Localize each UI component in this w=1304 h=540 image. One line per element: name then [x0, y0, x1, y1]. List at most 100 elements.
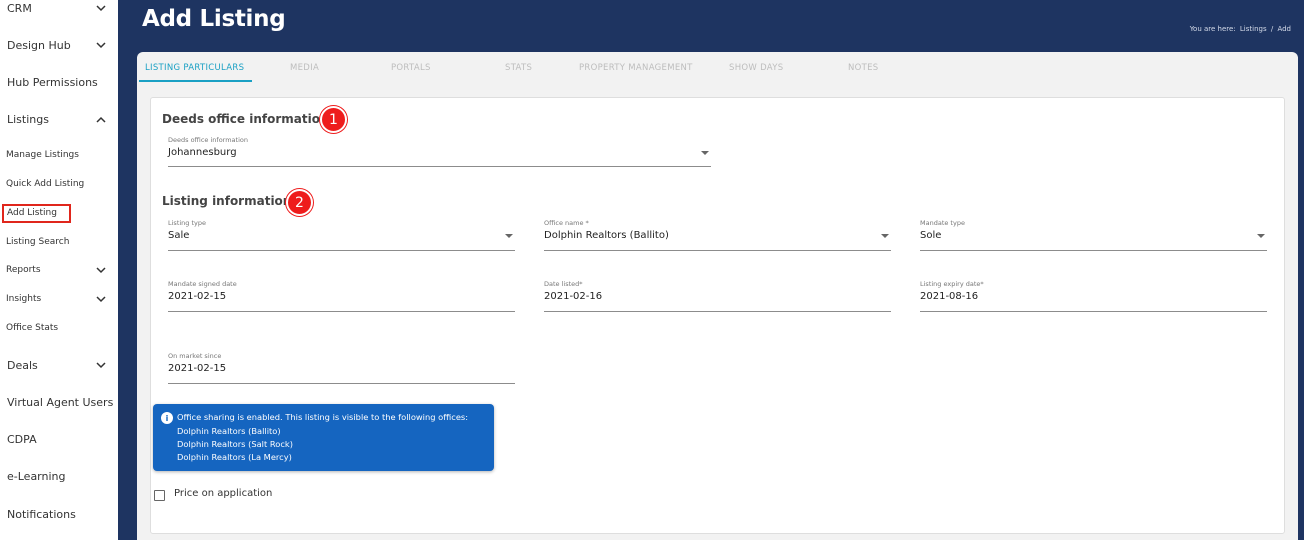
field-value: 2021-02-15 [168, 363, 227, 374]
sidebar-item-design-hub[interactable]: Design Hub [0, 36, 118, 54]
sidebar-item-manage-listings[interactable]: Manage Listings [0, 147, 118, 163]
sidebar-item-label: Quick Add Listing [6, 179, 85, 189]
field-label: Mandate signed date [168, 280, 237, 288]
field-label: Mandate type [920, 219, 965, 227]
tab-property-management[interactable]: PROPERTY MANAGEMENT [579, 63, 693, 73]
listing-expiry-date-field[interactable]: Listing expiry date* 2021-08-16 [920, 280, 1267, 312]
date-listed-field[interactable]: Date listed* 2021-02-16 [544, 280, 891, 312]
field-underline [544, 250, 891, 251]
chevron-down-icon [96, 3, 106, 13]
dropdown-caret-icon [505, 234, 513, 238]
field-label: Deeds office information [168, 136, 248, 144]
sidebar-item-virtual-agent-users[interactable]: Virtual Agent Users [0, 393, 118, 411]
field-underline [920, 311, 1267, 312]
office-name-select[interactable]: Office name * Dolphin Realtors (Ballito) [544, 219, 891, 251]
sidebar-item-label: e-Learning [7, 469, 66, 483]
mandate-type-select[interactable]: Mandate type Sole [920, 219, 1267, 251]
sidebar-item-label: Manage Listings [6, 150, 79, 160]
tab-portals[interactable]: PORTALS [391, 63, 431, 73]
field-value: 2021-02-15 [168, 291, 227, 302]
sidebar: CRM Design Hub Hub Permissions Listings … [0, 0, 118, 540]
sidebar-item-label: Hub Permissions [7, 75, 98, 89]
sidebar-item-cdpa[interactable]: CDPA [0, 430, 118, 448]
dropdown-caret-icon [1257, 234, 1265, 238]
field-label: Listing type [168, 219, 207, 227]
tab-show-days[interactable]: SHOW DAYS [729, 63, 783, 73]
sidebar-item-notifications[interactable]: Notifications [0, 505, 118, 523]
sidebar-item-deals[interactable]: Deals [0, 356, 118, 374]
field-label: Listing expiry date* [920, 280, 984, 288]
chevron-down-icon [96, 40, 106, 50]
price-on-application-label[interactable]: Price on application [174, 488, 272, 499]
sidebar-item-e-learning[interactable]: e-Learning [0, 467, 118, 485]
tab-media[interactable]: MEDIA [290, 63, 319, 73]
sidebar-item-label: Listings [7, 112, 49, 126]
sidebar-item-listings[interactable]: Listings [0, 110, 118, 128]
sidebar-item-office-stats[interactable]: Office Stats [0, 320, 118, 336]
active-tab-indicator [139, 80, 252, 82]
sidebar-item-insights[interactable]: Insights [0, 291, 118, 307]
tab-listing-particulars[interactable]: LISTING PARTICULARS [145, 63, 244, 73]
sidebar-item-label: Listing Search [6, 237, 70, 247]
sidebar-item-listing-search[interactable]: Listing Search [0, 234, 118, 250]
info-icon: i [161, 412, 173, 424]
mandate-signed-date-field[interactable]: Mandate signed date 2021-02-15 [168, 280, 515, 312]
field-underline [544, 311, 891, 312]
sidebar-item-label: Deals [7, 358, 38, 372]
sidebar-item-label: Virtual Agent Users [7, 395, 114, 409]
on-market-since-field[interactable]: On market since 2021-02-15 [168, 352, 515, 384]
sidebar-item-quick-add-listing[interactable]: Quick Add Listing [0, 176, 118, 192]
chevron-down-icon [96, 265, 106, 275]
page-title: Add Listing [142, 6, 286, 32]
sidebar-item-hub-permissions[interactable]: Hub Permissions [0, 73, 118, 91]
field-value: 2021-08-16 [920, 291, 979, 302]
dropdown-caret-icon [881, 234, 889, 238]
chevron-up-icon [96, 114, 106, 124]
field-underline [168, 166, 711, 167]
chevron-down-icon [96, 294, 106, 304]
tab-bar: LISTING PARTICULARS MEDIA PORTALS STATS … [137, 52, 1298, 83]
sidebar-item-label: Add Listing [2, 203, 71, 223]
breadcrumb-link-listings[interactable]: Listings [1240, 25, 1267, 33]
field-value: 2021-02-16 [544, 291, 603, 302]
field-value: Dolphin Realtors (Ballito) [544, 230, 669, 241]
field-value: Sale [168, 230, 190, 241]
chevron-down-icon [96, 360, 106, 370]
step-badge-1: 1 [320, 106, 347, 133]
sidebar-item-label: Insights [6, 294, 42, 304]
shared-office-item: Dolphin Realtors (Salt Rock) [177, 439, 293, 449]
sidebar-item-reports[interactable]: Reports [0, 262, 118, 278]
deeds-office-select[interactable]: Deeds office information Johannesburg [168, 136, 711, 168]
listing-type-select[interactable]: Listing type Sale [168, 219, 515, 251]
sidebar-item-label: CDPA [7, 432, 37, 446]
field-value: Sole [920, 230, 942, 241]
tab-stats[interactable]: STATS [505, 63, 532, 73]
field-value: Johannesburg [168, 147, 237, 158]
sidebar-item-label: CRM [7, 1, 32, 15]
breadcrumb-current: Add [1277, 25, 1291, 33]
sidebar-item-label: Design Hub [7, 38, 71, 52]
field-label: Date listed* [544, 280, 583, 288]
sidebar-item-label: Reports [6, 265, 41, 275]
office-sharing-alert: i Office sharing is enabled. This listin… [153, 404, 494, 471]
field-underline [920, 250, 1267, 251]
tab-notes[interactable]: NOTES [848, 63, 879, 73]
breadcrumb: You are here: Listings / Add [1190, 25, 1293, 33]
step-badge-2: 2 [286, 189, 313, 216]
sidebar-item-add-listing[interactable]: Add Listing [0, 200, 118, 226]
breadcrumb-separator: / [1270, 25, 1274, 33]
sidebar-item-label: Notifications [7, 507, 76, 521]
breadcrumb-prefix: You are here: [1189, 25, 1236, 33]
sidebar-item-label: Office Stats [6, 323, 59, 333]
sidebar-item-crm[interactable]: CRM [0, 0, 118, 16]
listing-section-title: Listing information [162, 194, 292, 208]
price-on-application-checkbox[interactable] [154, 490, 165, 501]
alert-message: Office sharing is enabled. This listing … [177, 412, 469, 422]
field-label: On market since [168, 352, 222, 360]
field-underline [168, 311, 515, 312]
shared-office-item: Dolphin Realtors (Ballito) [177, 426, 281, 436]
dropdown-caret-icon [701, 151, 709, 155]
field-label: Office name * [544, 219, 589, 227]
shared-office-item: Dolphin Realtors (La Mercy) [177, 452, 292, 462]
field-underline [168, 383, 515, 384]
